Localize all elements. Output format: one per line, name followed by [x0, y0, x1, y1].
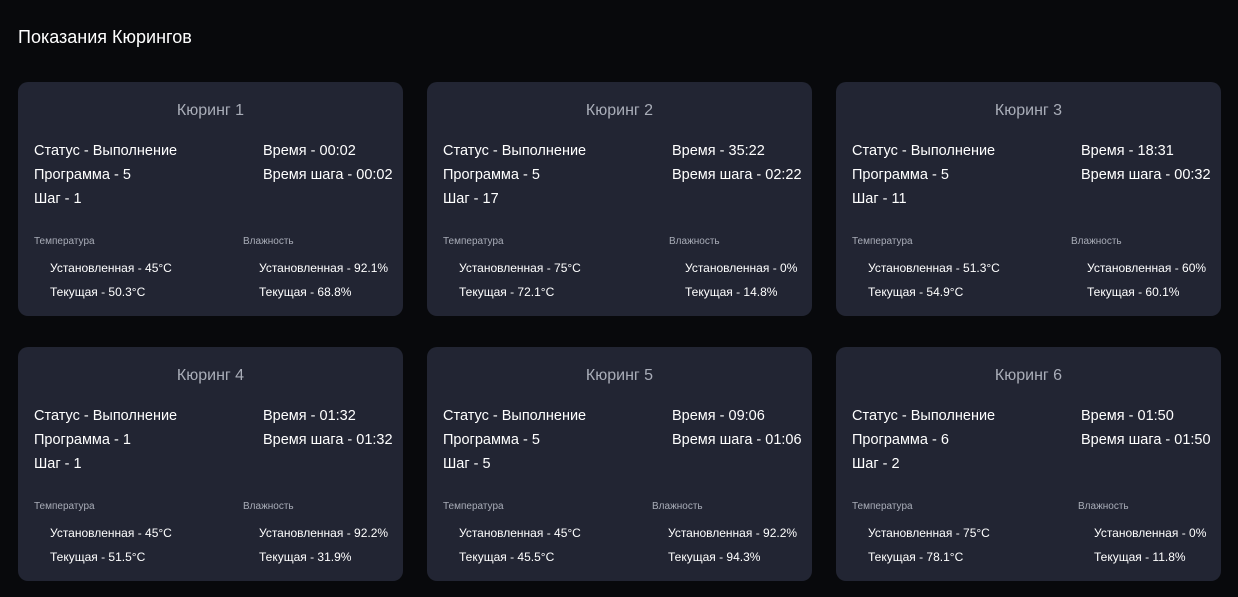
humidity-set: Установленная - 0%	[1094, 526, 1207, 540]
curing-card: Кюринг 4 Статус - Выполнение Программа -…	[18, 347, 403, 581]
program-text: Программа - 1	[34, 432, 131, 448]
humidity-current: Текущая - 94.3%	[668, 550, 761, 564]
humidity-current: Текущая - 60.1%	[1087, 285, 1180, 299]
status-text: Статус - Выполнение	[852, 143, 996, 159]
humidity-label: Влажность	[1078, 501, 1129, 512]
step-time-text: Время шага - 02:22	[672, 167, 802, 183]
temperature-current: Текущая - 72.1°C	[459, 285, 555, 299]
program-text: Программа - 5	[34, 167, 131, 183]
step-text: Шаг - 17	[443, 191, 499, 207]
temperature-label: Температура	[34, 236, 95, 247]
card-title: Кюринг 4	[176, 367, 245, 384]
temperature-label: Температура	[443, 236, 504, 247]
page-title: Показания Кюрингов	[18, 27, 192, 47]
card-title: Кюринг 3	[994, 102, 1063, 119]
time-text: Время - 00:02	[263, 143, 356, 159]
time-text: Время - 18:31	[1081, 143, 1174, 159]
curing-card: Кюринг 3 Статус - Выполнение Программа -…	[836, 82, 1221, 316]
temperature-set: Установленная - 51.3°C	[868, 261, 1000, 275]
step-time-text: Время шага - 01:50	[1081, 432, 1211, 448]
humidity-set: Установленная - 92.1%	[259, 261, 389, 275]
temperature-current: Текущая - 45.5°C	[459, 550, 555, 564]
curing-card: Кюринг 1 Статус - Выполнение Программа -…	[18, 82, 403, 316]
card-title: Кюринг 5	[585, 367, 654, 384]
card-title: Кюринг 6	[994, 367, 1063, 384]
step-time-text: Время шага - 00:02	[263, 167, 393, 183]
step-text: Шаг - 5	[443, 456, 491, 472]
temperature-label: Температура	[34, 501, 95, 512]
humidity-set: Установленная - 92.2%	[668, 526, 798, 540]
temperature-label: Температура	[443, 501, 504, 512]
temperature-current: Текущая - 78.1°C	[868, 550, 964, 564]
temperature-set: Установленная - 45°C	[459, 526, 581, 540]
humidity-current: Текущая - 31.9%	[259, 550, 352, 564]
card-title: Кюринг 1	[176, 102, 245, 119]
step-time-text: Время шага - 01:32	[263, 432, 393, 448]
time-text: Время - 01:32	[263, 408, 356, 424]
temperature-set: Установленная - 75°C	[868, 526, 990, 540]
program-text: Программа - 5	[443, 167, 540, 183]
program-text: Программа - 5	[852, 167, 949, 183]
program-text: Программа - 6	[852, 432, 949, 448]
status-text: Статус - Выполнение	[443, 143, 587, 159]
temperature-current: Текущая - 54.9°C	[868, 285, 964, 299]
time-text: Время - 35:22	[672, 143, 765, 159]
program-text: Программа - 5	[443, 432, 540, 448]
step-text: Шаг - 1	[34, 456, 82, 472]
humidity-set: Установленная - 60%	[1087, 261, 1207, 275]
step-text: Шаг - 2	[852, 456, 900, 472]
temperature-set: Установленная - 45°C	[50, 526, 172, 540]
humidity-label: Влажность	[243, 236, 294, 247]
status-text: Статус - Выполнение	[443, 408, 587, 424]
temperature-set: Установленная - 45°C	[50, 261, 172, 275]
humidity-set: Установленная - 92.2%	[259, 526, 389, 540]
curing-grid: Кюринг 1 Статус - Выполнение Программа -…	[18, 82, 1221, 581]
temperature-current: Текущая - 50.3°C	[50, 285, 146, 299]
humidity-set: Установленная - 0%	[685, 261, 798, 275]
step-text: Шаг - 1	[34, 191, 82, 207]
status-text: Статус - Выполнение	[34, 143, 178, 159]
curing-card: Кюринг 5 Статус - Выполнение Программа -…	[427, 347, 812, 581]
temperature-label: Температура	[852, 501, 913, 512]
time-text: Время - 01:50	[1081, 408, 1174, 424]
humidity-current: Текущая - 14.8%	[685, 285, 778, 299]
status-text: Статус - Выполнение	[852, 408, 996, 424]
humidity-label: Влажность	[243, 501, 294, 512]
curing-card: Кюринг 2 Статус - Выполнение Программа -…	[427, 82, 812, 316]
step-time-text: Время шага - 01:06	[672, 432, 802, 448]
step-time-text: Время шага - 00:32	[1081, 167, 1211, 183]
status-text: Статус - Выполнение	[34, 408, 178, 424]
humidity-current: Текущая - 68.8%	[259, 285, 352, 299]
step-text: Шаг - 11	[852, 191, 907, 207]
humidity-label: Влажность	[669, 236, 720, 247]
curing-card: Кюринг 6 Статус - Выполнение Программа -…	[836, 347, 1221, 581]
temperature-label: Температура	[852, 236, 913, 247]
humidity-label: Влажность	[652, 501, 703, 512]
time-text: Время - 09:06	[672, 408, 765, 424]
humidity-label: Влажность	[1071, 236, 1122, 247]
temperature-set: Установленная - 75°C	[459, 261, 581, 275]
temperature-current: Текущая - 51.5°C	[50, 550, 146, 564]
card-title: Кюринг 2	[585, 102, 654, 119]
humidity-current: Текущая - 11.8%	[1094, 550, 1186, 564]
